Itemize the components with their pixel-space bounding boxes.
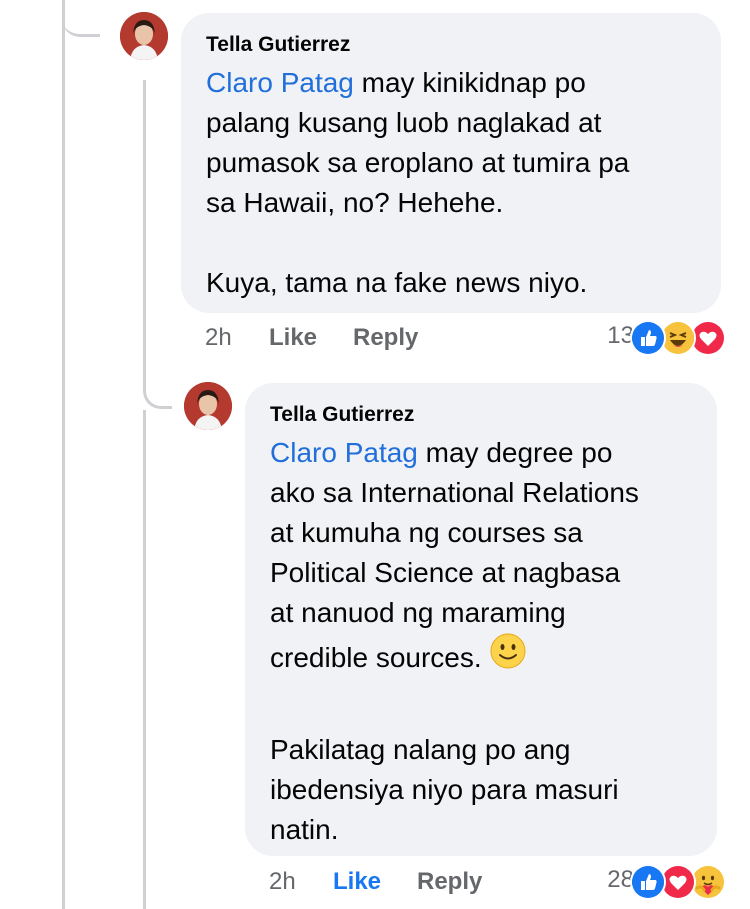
comment-line: ako sa International Relations — [270, 477, 639, 508]
comment-timestamp[interactable]: 2h — [269, 868, 296, 896]
mention-link[interactable]: Claro Patag — [206, 67, 354, 98]
comment-line: may degree po — [417, 437, 613, 468]
like-reaction-icon — [630, 864, 666, 900]
comment-text: Claro Patag may degree po ako sa Interna… — [270, 433, 639, 850]
comment-line: may kinikidnap po — [353, 67, 586, 98]
comment-line: Political Science at nagbasa — [270, 557, 621, 588]
thread-connector-reply — [143, 360, 172, 409]
comment-author[interactable]: Tella Gutierrez — [206, 33, 350, 57]
comment-line: ibedensiya niyo para masuri — [270, 773, 619, 805]
mention-link[interactable]: Claro Patag — [270, 437, 418, 468]
like-button[interactable]: Like — [269, 324, 317, 352]
slightly-smiling-face-icon — [490, 630, 526, 690]
comment-line: palang kusang luob naglakad at — [206, 107, 602, 138]
comment-line: natin. — [270, 813, 339, 845]
comment-line: Kuya, tama na fake news niyo. — [206, 267, 588, 298]
avatar[interactable] — [184, 382, 232, 430]
comment-text: Claro Patag may kinikidnap po palang kus… — [206, 63, 629, 303]
reaction-summary[interactable]: 13 — [580, 320, 728, 356]
thread-line-outer — [62, 0, 65, 909]
comment-line: sa Hawaii, no? Hehehe. — [206, 187, 504, 218]
comment-line: at nanuod ng maraming — [270, 597, 566, 628]
comment-line: credible sources. — [270, 642, 482, 673]
reply-button[interactable]: Reply — [353, 324, 418, 352]
thread-line-reply — [143, 80, 146, 380]
comment-line: pumasok sa eroplano at tumira pa — [206, 147, 630, 178]
like-reaction-icon — [630, 320, 666, 356]
thread-line-inner — [143, 410, 146, 909]
avatar[interactable] — [120, 12, 168, 60]
reply-button[interactable]: Reply — [417, 868, 482, 896]
comment-bubble: Tella Gutierrez Claro Patag may kinikidn… — [181, 13, 721, 313]
like-button[interactable]: Like — [333, 868, 381, 896]
reaction-summary[interactable]: 28 — [580, 864, 728, 900]
comment-bubble: Tella Gutierrez Claro Patag may degree p… — [245, 383, 717, 856]
comment-author[interactable]: Tella Gutierrez — [270, 403, 414, 427]
comment-timestamp[interactable]: 2h — [205, 324, 232, 352]
comment-line: at kumuha ng courses sa — [270, 517, 583, 548]
thread-connector-top — [62, 0, 100, 37]
comment-line: Pakilatag nalang po ang — [270, 733, 571, 765]
